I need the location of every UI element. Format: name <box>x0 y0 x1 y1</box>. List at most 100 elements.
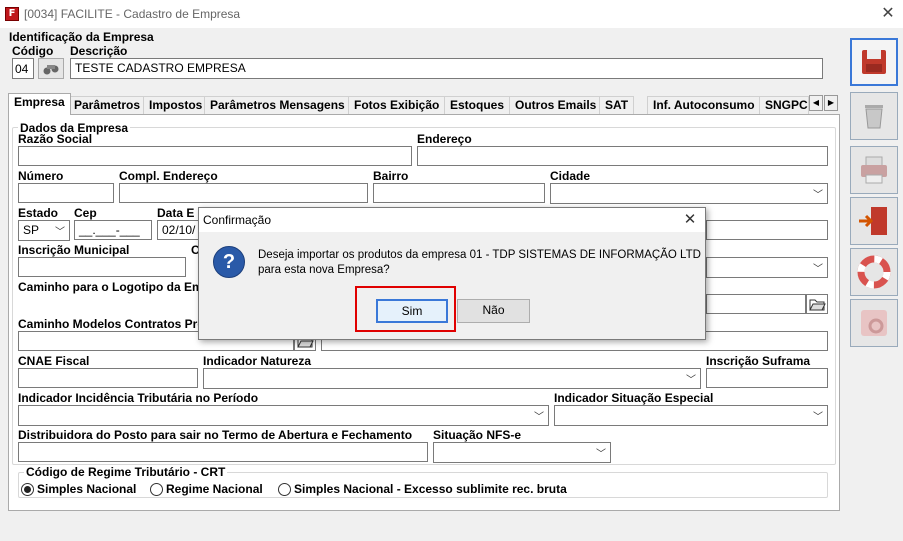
no-button[interactable]: Não <box>457 299 530 323</box>
exit-door-icon <box>859 207 887 235</box>
app-logo-icon: F <box>5 7 19 21</box>
modelos-contratos-label: Caminho Modelos Contratos Pre <box>18 317 205 331</box>
cnae-fiscal-label: CNAE Fiscal <box>18 354 90 368</box>
binoculars-icon <box>43 65 59 75</box>
tab-sat[interactable]: SAT <box>599 96 635 114</box>
estado-select[interactable]: SP ﹀ <box>18 220 70 241</box>
select-behind-dialog[interactable]: ﹀ <box>706 257 828 278</box>
yes-button[interactable]: Sim <box>376 299 448 323</box>
tab-strip: Empresa Parâmetros Impostos Parâmetros M… <box>8 93 840 115</box>
save-icon <box>862 50 886 74</box>
descricao-field[interactable]: TESTE CADASTRO EMPRESA <box>70 58 823 79</box>
tab-scroll-left-button[interactable]: ◀ <box>809 95 823 111</box>
dialog-message-line2: para esta nova Empresa? <box>258 264 390 276</box>
logotipo-browse-button[interactable] <box>806 294 828 314</box>
crt-radio-regime-nacional[interactable] <box>150 483 163 496</box>
logotipo-label: Caminho para o Logotipo da Em <box>18 280 203 294</box>
crt-radio-simples-excesso[interactable] <box>278 483 291 496</box>
estado-label: Estado <box>18 206 59 220</box>
cep-field[interactable]: __.___-___ <box>74 220 152 240</box>
tab-estoques[interactable]: Estoques <box>444 96 511 114</box>
window-title-bar: F [0034] FACILITE - Cadastro de Empresa … <box>0 0 903 28</box>
help-button[interactable] <box>850 248 898 296</box>
crt-option-label: Regime Nacional <box>166 482 263 496</box>
print-button[interactable] <box>850 146 898 194</box>
question-icon: ? <box>213 246 245 278</box>
logotipo-path-field[interactable] <box>706 294 806 314</box>
razao-social-label: Razão Social <box>18 132 93 146</box>
tab-fotos-exibicao[interactable]: Fotos Exibição <box>348 96 446 114</box>
indicador-natureza-label: Indicador Natureza <box>203 354 312 368</box>
numero-label: Número <box>18 169 64 183</box>
estado-value: SP <box>23 223 40 237</box>
indicador-natureza-select[interactable]: ﹀ <box>203 368 701 389</box>
razao-social-field[interactable] <box>18 146 412 166</box>
codigo-label: Código <box>12 44 54 58</box>
tab-sngpc[interactable]: SNGPC <box>759 96 809 114</box>
tab-impostos[interactable]: Impostos <box>143 96 209 114</box>
inscricao-municipal-label: Inscrição Municipal <box>18 243 130 257</box>
distribuidora-label: Distribuidora do Posto para sair no Term… <box>18 428 413 442</box>
numero-field[interactable] <box>18 183 114 203</box>
cidade-select[interactable]: ﹀ <box>550 183 828 204</box>
binoculars-search-button[interactable] <box>38 58 64 79</box>
field-behind-dialog[interactable] <box>706 220 828 240</box>
bairro-field[interactable] <box>373 183 545 203</box>
tab-parametros[interactable]: Parâmetros <box>68 96 147 114</box>
save-button[interactable] <box>850 38 898 86</box>
trash-icon <box>865 105 883 129</box>
close-window-button[interactable]: ✕ <box>877 4 899 24</box>
crt-group-label: Código de Regime Tributário - CRT <box>24 465 228 479</box>
situacao-nfse-label: Situação NFS-e <box>433 428 522 442</box>
codigo-field[interactable]: 04 <box>12 58 34 79</box>
inscricao-municipal-field[interactable] <box>18 257 186 277</box>
situacao-especial-select[interactable]: ﹀ <box>554 405 828 426</box>
inscricao-suframa-field[interactable] <box>706 368 828 388</box>
confirmation-dialog: Confirmação ✕ ? Deseja importar os produ… <box>198 207 706 340</box>
chevron-down-icon: ﹀ <box>596 449 606 460</box>
cnae-fiscal-field[interactable] <box>18 368 198 388</box>
cidade-label: Cidade <box>550 169 591 183</box>
chevron-down-icon: ﹀ <box>534 412 544 423</box>
crt-option-label: Simples Nacional - Excesso sublimite rec… <box>294 482 567 496</box>
dialog-title-bar: Confirmação ✕ <box>199 208 705 232</box>
crt-option-label: Simples Nacional <box>37 482 137 496</box>
situacao-nfse-select[interactable]: ﹀ <box>433 442 611 463</box>
identificacao-group-label: Identificação da Empresa <box>9 30 154 44</box>
inscricao-suframa-label: Inscrição Suframa <box>706 354 811 368</box>
tab-scroll-right-button[interactable]: ▶ <box>824 95 838 111</box>
dialog-close-button[interactable]: ✕ <box>679 210 701 230</box>
descricao-label: Descrição <box>70 44 128 58</box>
settings-gear-icon <box>861 310 887 336</box>
delete-button[interactable] <box>850 92 898 140</box>
indicador-incidencia-label: Indicador Incidência Tributária no Perío… <box>18 391 259 405</box>
tab-inf-autoconsumo[interactable]: Inf. Autoconsumo <box>647 96 761 114</box>
endereco-label: Endereço <box>417 132 472 146</box>
compl-endereco-label: Compl. Endereço <box>119 169 218 183</box>
chevron-down-icon: ﹀ <box>813 264 823 275</box>
chevron-down-icon: ﹀ <box>813 190 823 201</box>
dialog-message-line1: Deseja importar os produtos da empresa 0… <box>258 249 701 261</box>
crt-radio-simples-nacional[interactable] <box>21 483 34 496</box>
chevron-down-icon: ﹀ <box>813 412 823 423</box>
folder-open-icon <box>809 299 826 311</box>
endereco-field[interactable] <box>417 146 828 166</box>
chevron-down-icon: ﹀ <box>686 375 696 386</box>
distribuidora-field[interactable] <box>18 442 428 462</box>
exit-button[interactable] <box>850 197 898 245</box>
tab-empresa[interactable]: Empresa <box>8 93 71 115</box>
dialog-title: Confirmação <box>203 213 272 227</box>
chevron-down-icon: ﹀ <box>55 227 65 238</box>
cep-label: Cep <box>74 206 97 220</box>
tab-outros-emails[interactable]: Outros Emails <box>509 96 603 114</box>
window-title: [0034] FACILITE - Cadastro de Empresa <box>24 7 241 21</box>
tab-parametros-mensagens[interactable]: Parâmetros Mensagens <box>204 96 351 114</box>
situacao-especial-label: Indicador Situação Especial <box>554 391 714 405</box>
bairro-label: Bairro <box>373 169 409 183</box>
help-lifebuoy-icon <box>857 255 891 289</box>
compl-endereco-field[interactable] <box>119 183 368 203</box>
print-icon <box>861 156 887 184</box>
indicador-incidencia-select[interactable]: ﹀ <box>18 405 549 426</box>
data-label: Data E <box>157 206 195 220</box>
settings-button[interactable] <box>850 299 898 347</box>
